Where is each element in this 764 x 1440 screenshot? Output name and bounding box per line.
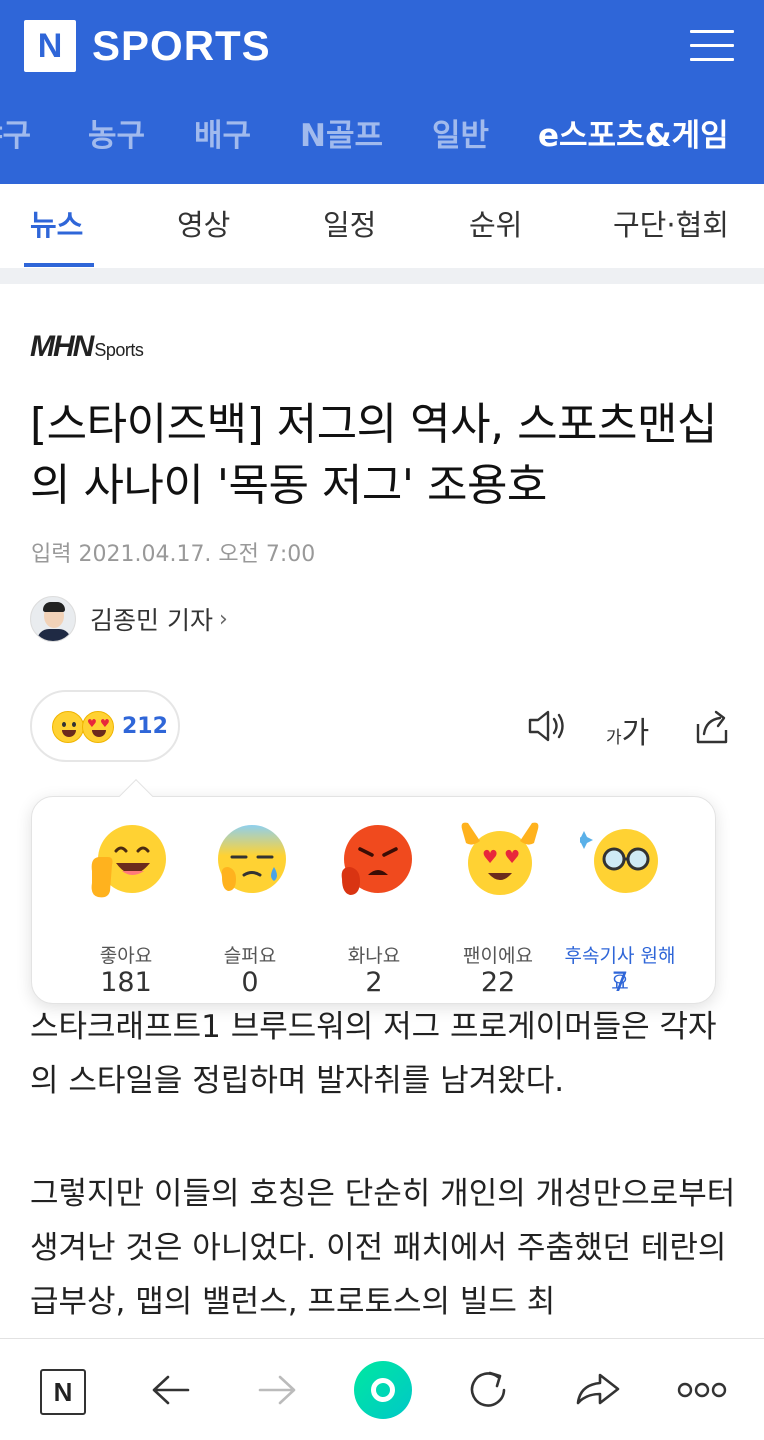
reaction-like[interactable]: 좋아요 181 [66,821,186,998]
sub-tabs: 뉴스 영상 일정 순위 구단·협회 [0,184,764,268]
article-date: 입력 2021.04.17. 오전 7:00 [31,542,316,567]
press-logo-main: MHN [30,330,94,363]
reporter-avatar [30,596,76,642]
browser-bottom-bar: N [0,1338,764,1440]
reaction-want-followup[interactable]: 후속기사 원해요 7 [560,821,680,998]
svg-text:♥: ♥ [482,847,498,868]
home-letter: N [53,1376,73,1407]
reaction-total-count: 212 [122,714,168,739]
reaction-label: 슬퍼요 [223,945,277,967]
logo-letter: N [37,26,63,65]
reaction-summary-button[interactable]: ♥ ♥ 212 [30,690,180,762]
speaker-icon[interactable] [526,704,566,748]
sad-face-icon [218,825,286,893]
reaction-label: 좋아요 [99,945,153,967]
font-large-label: 가 [621,716,650,751]
sports-logo-text[interactable]: SPORTS [92,20,271,72]
reaction-count: 22 [480,967,516,998]
reaction-count: 2 [365,967,383,998]
category-general[interactable]: 일반 [432,108,489,164]
article-paragraph: 그렇지만 이들의 호칭은 단순히 개인의 개성만으로부터 생겨난 것은 아니었다… [30,1176,736,1320]
green-dot-icon[interactable] [354,1361,412,1419]
tab-news[interactable]: 뉴스 [30,184,83,268]
tab-teams[interactable]: 구단·협회 [613,184,729,268]
reaction-popup: 좋아요 181 슬퍼요 0 화나요 2 ♥ ♥ 팬이에요 22 후속기사 원해요… [31,779,716,1004]
press-logo[interactable]: MHN Sports [30,330,144,364]
thumbs-up-face-icon [91,825,166,898]
reporter-name: 김종민 기자 [90,606,213,635]
category-baseball[interactable]: 야구 [0,108,31,164]
home-n-icon[interactable]: N [40,1369,86,1415]
article-title: [스타이즈백] 저그의 역사, 스포츠맨십의 사나이 '목동 저그' 조용호 [30,399,717,511]
svg-text:♥: ♥ [504,847,520,868]
reaction-label: 화나요 [347,945,401,967]
active-tab-indicator [24,263,94,267]
reaction-sad[interactable]: 슬퍼요 0 [190,821,310,998]
reaction-count: 181 [100,967,152,998]
hamburger-menu-icon[interactable] [690,30,734,64]
font-size-button[interactable]: 가가 [606,708,649,752]
section-divider [0,268,764,284]
refresh-icon[interactable] [466,1363,512,1417]
naver-logo[interactable]: N [24,20,76,72]
reaction-label: 팬이에요 [463,945,533,967]
tab-ranking[interactable]: 순위 [469,184,522,268]
tab-schedule[interactable]: 일정 [323,184,376,268]
heart-eyes-mini-icon: ♥ ♥ [82,711,114,743]
category-basketball[interactable]: 농구 [88,108,145,164]
share-forward-icon[interactable] [574,1363,622,1417]
chevron-right-icon: › [218,606,228,632]
heart-eyes-face-icon: ♥ ♥ [461,822,539,895]
reaction-count: 0 [241,967,259,998]
reporter-link[interactable]: 김종민 기자 › [30,595,228,643]
reaction-count: 7 [611,967,629,998]
more-icon[interactable] [676,1363,728,1417]
article-paragraph: 스타크래프트1 브루드워의 저그 프로게이머들은 각자의 스타일을 정립하며 발… [30,1009,717,1099]
share-icon[interactable] [692,704,732,748]
top-header: N SPORTS 야구 농구 배구 N골프 일반 e스포츠&게임 [0,0,764,184]
font-small-label: 가 [606,728,622,748]
reaction-fan[interactable]: ♥ ♥ 팬이에요 22 [438,821,558,998]
category-golf[interactable]: N골프 [300,108,383,164]
smile-face-icon [52,711,84,743]
glasses-face-icon [580,829,658,893]
tab-video[interactable]: 영상 [177,184,230,268]
reaction-angry[interactable]: 화나요 2 [314,821,434,998]
press-logo-sub: Sports [94,340,144,360]
category-esports[interactable]: e스포츠&게임 [538,108,729,164]
angry-face-icon [341,825,412,895]
category-volleyball[interactable]: 배구 [194,108,251,164]
category-nav: 야구 농구 배구 N골프 일반 e스포츠&게임 [0,108,764,164]
back-arrow-icon[interactable] [150,1363,192,1417]
forward-arrow-icon[interactable] [256,1363,298,1417]
